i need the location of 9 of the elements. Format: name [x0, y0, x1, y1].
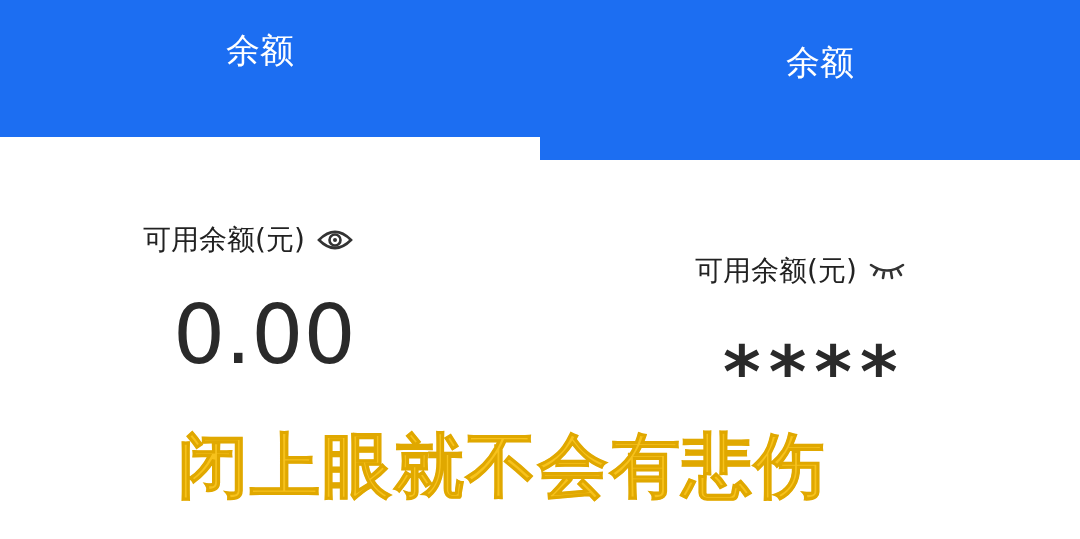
closed-eye-icon[interactable]: [868, 262, 905, 280]
balance-amount: 0.00: [173, 287, 357, 382]
screen-title: 余额: [226, 29, 294, 70]
screen-title: 余额: [786, 41, 854, 82]
balance-label: 可用余额(元): [695, 253, 857, 289]
balance-label: 可用余额(元): [143, 222, 305, 258]
eye-icon[interactable]: [316, 228, 353, 252]
caption-text: 闭上眼就不会有悲伤: [178, 424, 826, 509]
balance-amount: ****: [723, 330, 907, 414]
